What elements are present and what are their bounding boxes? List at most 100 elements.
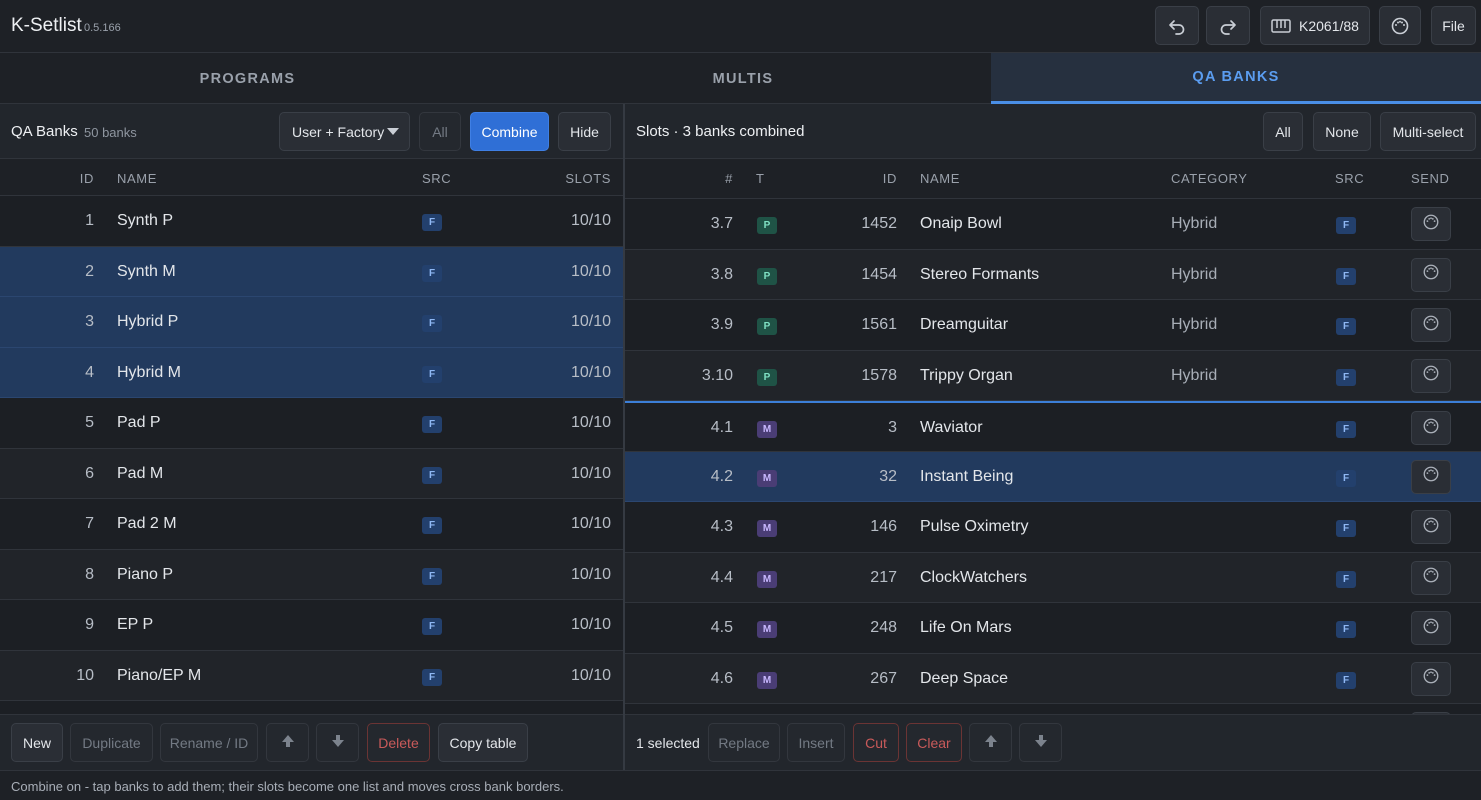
midi-icon (1422, 213, 1440, 236)
slot-row[interactable]: 4.3 M 146 Pulse Oximetry F (625, 502, 1481, 553)
src-badge: F (1336, 621, 1356, 638)
bank-id: 4 (85, 363, 94, 381)
move-down-button[interactable] (316, 723, 359, 762)
slot-row[interactable] (625, 704, 1481, 714)
bank-row[interactable]: 3 Hybrid P F 10/10 (0, 297, 623, 348)
slot-id: 146 (870, 518, 897, 535)
slots-table-header: # T ID NAME CATEGORY SRC SEND (625, 159, 1481, 199)
send-button[interactable] (1411, 661, 1451, 696)
bank-row[interactable]: 8 Piano P F 10/10 (0, 549, 623, 600)
banks-table-header: ID NAME SRC SLOTS (0, 159, 623, 196)
copy-table-button[interactable]: Copy table (438, 723, 528, 762)
slot-row[interactable]: 3.10 P 1578 Trippy Organ Hybrid F (625, 350, 1481, 401)
banks-footer: New Duplicate Rename / ID Delete Copy ta… (0, 714, 623, 770)
redo-button[interactable] (1206, 6, 1250, 45)
slot-row[interactable]: 4.6 M 267 Deep Space F (625, 653, 1481, 704)
midi-icon (1422, 617, 1440, 640)
slot-row[interactable]: 3.7 P 1452 Onaip Bowl Hybrid F (625, 199, 1481, 250)
type-badge: P (757, 318, 777, 335)
clear-button[interactable]: Clear (906, 723, 962, 762)
tab-qa-banks[interactable]: QA BANKS (991, 53, 1481, 104)
send-button[interactable] (1411, 308, 1451, 342)
send-button[interactable] (1411, 358, 1451, 393)
bank-row[interactable]: 6 Pad M F 10/10 (0, 448, 623, 499)
src-badge: F (422, 466, 442, 484)
slot-number: 4.5 (710, 619, 733, 636)
rename-id-button[interactable]: Rename / ID (160, 723, 258, 762)
src-badge: F (1336, 520, 1356, 537)
bank-row[interactable]: 4 Hybrid M F 10/10 (0, 347, 623, 398)
slot-number: 3.8 (710, 265, 733, 283)
file-button[interactable]: File (1431, 6, 1476, 45)
col-slot-id[interactable]: ID (825, 171, 897, 186)
delete-bank-button[interactable]: Delete (367, 723, 430, 762)
cut-button[interactable]: Cut (853, 723, 899, 762)
select-none-button[interactable]: None (1313, 112, 1371, 151)
slot-number: 3.9 (710, 316, 733, 333)
combine-toggle-button[interactable]: Combine (470, 112, 549, 151)
new-bank-button[interactable]: New (11, 723, 63, 762)
bank-row[interactable]: 10 Piano/EP M F 10/10 (0, 650, 623, 701)
slot-id: 1452 (861, 215, 897, 232)
slot-row[interactable]: 4.2 M 32 Instant Being F (625, 451, 1481, 502)
col-slots[interactable]: SLOTS (540, 171, 611, 186)
col-category[interactable]: CATEGORY (1171, 171, 1248, 186)
send-button[interactable] (1411, 459, 1451, 494)
col-type[interactable]: T (756, 171, 765, 186)
insert-button[interactable]: Insert (787, 723, 845, 762)
bank-row[interactable]: 2 Synth M F 10/10 (0, 246, 623, 297)
send-button[interactable] (1411, 257, 1451, 292)
src-badge: F (1336, 570, 1356, 588)
col-id[interactable]: ID (0, 171, 94, 186)
slot-row[interactable]: 3.9 P 1561 Dreamguitar Hybrid F (625, 300, 1481, 351)
slot-move-down-button[interactable] (1019, 723, 1062, 762)
source-filter-select[interactable]: User + Factory (279, 112, 410, 151)
hide-button[interactable]: Hide (558, 112, 611, 151)
slots-panel: Slots · 3 banks combined All None Multi-… (625, 104, 1481, 770)
bank-row[interactable]: 1 Synth P F 10/10 (0, 196, 623, 247)
send-button[interactable] (1411, 560, 1451, 595)
col-name[interactable]: NAME (117, 171, 157, 186)
midi-button[interactable] (1379, 6, 1421, 45)
col-slot-name[interactable]: NAME (920, 171, 960, 186)
send-button[interactable] (1411, 510, 1451, 544)
banks-title: QA Banks (11, 123, 78, 140)
slot-row[interactable]: 4.1 M 3 Waviator F (625, 401, 1481, 452)
bank-id: 6 (85, 464, 94, 482)
replace-button[interactable]: Replace (708, 723, 780, 762)
col-send[interactable]: SEND (1411, 171, 1450, 186)
bank-name: Pad P (117, 414, 161, 431)
tab-programs[interactable]: PROGRAMS (0, 53, 495, 104)
type-badge: M (757, 570, 777, 588)
slot-move-up-button[interactable] (969, 723, 1012, 762)
slot-row[interactable]: 4.5 M 248 Life On Mars F (625, 603, 1481, 654)
duplicate-button[interactable]: Duplicate (70, 723, 153, 762)
bank-name: Hybrid M (117, 363, 182, 381)
slot-row[interactable]: 4.4 M 217 ClockWatchers F (625, 552, 1481, 603)
col-slot-src[interactable]: SRC (1335, 171, 1364, 186)
send-button[interactable] (1411, 411, 1451, 445)
tab-multis[interactable]: MULTIS (495, 53, 991, 104)
midi-icon (1390, 16, 1410, 36)
send-button[interactable] (1411, 207, 1451, 241)
move-up-button[interactable] (266, 723, 309, 762)
slot-number: 4.1 (710, 419, 733, 436)
type-badge: P (757, 368, 777, 386)
src-badge: F (422, 264, 442, 282)
slot-name: Life On Mars (920, 619, 1012, 636)
send-button[interactable] (1411, 611, 1451, 645)
slot-row[interactable]: 3.8 P 1454 Stereo Formants Hybrid F (625, 249, 1481, 300)
select-all-slots-button[interactable]: All (1263, 112, 1303, 151)
bank-row[interactable]: 5 Pad P F 10/10 (0, 398, 623, 449)
select-all-banks-button[interactable]: All (419, 112, 461, 151)
undo-button[interactable] (1155, 6, 1199, 45)
col-src[interactable]: SRC (422, 171, 451, 186)
device-button[interactable]: K2061/88 (1260, 6, 1370, 45)
multi-select-button[interactable]: Multi-select (1380, 112, 1476, 151)
bank-row[interactable]: 7 Pad 2 M F 10/10 (0, 499, 623, 550)
bank-row[interactable]: 9 EP P F 10/10 (0, 600, 623, 651)
col-slot-num[interactable]: # (625, 171, 733, 186)
src-badge: F (1336, 421, 1356, 438)
bank-id: 7 (85, 515, 94, 532)
slots-title: Slots · 3 banks combined (636, 123, 805, 140)
